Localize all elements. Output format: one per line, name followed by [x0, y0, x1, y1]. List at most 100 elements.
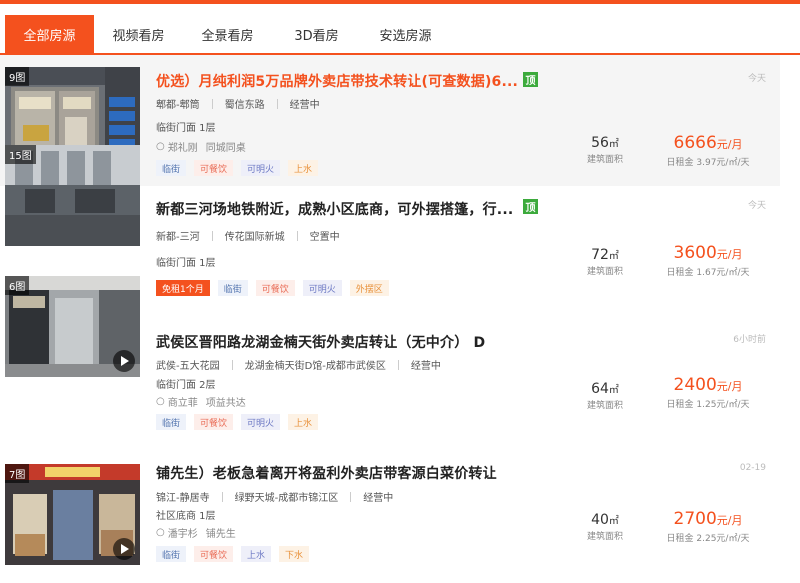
tab-panorama-viewing[interactable]: 全景看房 — [183, 15, 272, 53]
area-label: 建筑面积 — [586, 401, 623, 411]
listing-street[interactable]: 蜀信东路 — [225, 96, 265, 111]
area-unit: ㎡ — [608, 251, 619, 262]
listing-price: 3600元/月 日租金 1.67元/㎡/天 — [648, 243, 768, 278]
video-play-icon[interactable] — [113, 538, 135, 560]
video-play-icon[interactable] — [113, 350, 135, 372]
listing-time: 02-19 — [739, 463, 766, 473]
meta-separator — [231, 359, 233, 370]
listing-thumbnail[interactable]: 15图 — [5, 145, 140, 246]
agent-company: 铺先生 — [205, 529, 236, 540]
listing-thumbnail[interactable]: 7图 — [5, 464, 140, 565]
listing-price: 6666元/月 日租金 3.97元/㎡/天 — [648, 133, 768, 168]
listing-price: 2400元/月 日租金 1.25元/㎡/天 — [648, 375, 768, 410]
listing-tags: 临街 可餐饮 可明火 上水 — [156, 160, 319, 176]
agent-name: 郑礼刚 — [167, 143, 198, 154]
area-value: 72 — [591, 247, 609, 263]
price-unit: 元/月 — [716, 248, 743, 261]
top-badge: 顶 — [523, 72, 538, 87]
price-unit: 元/月 — [716, 514, 743, 527]
listing-area: 56㎡ 建筑面积 — [575, 135, 635, 165]
person-icon: ○ — [156, 396, 165, 407]
area-label: 建筑面积 — [586, 155, 623, 165]
listing-item[interactable]: 6图 武侯区晋阳路龙湖金楠天街外卖店转让（无中介） D 武侯-五大花园 龙湖金楠… — [0, 276, 780, 449]
listing-district[interactable]: 新都-三河 — [156, 228, 200, 243]
tag-water-supply: 上水 — [288, 414, 319, 430]
listing-tabs: 全部房源 视频看房 全景看房 3D看房 安选房源 — [0, 15, 800, 55]
top-accent-bar — [0, 0, 800, 4]
agent-company: 项益共达 — [205, 398, 246, 409]
listing-district[interactable]: 锦江-静居寺 — [156, 489, 210, 504]
tag-outdoor-area: 外摆区 — [349, 280, 389, 296]
listing-title[interactable]: 新都三河场地铁附近，成熟小区底商，可外摆搭篷，行... — [156, 199, 513, 219]
listing-street[interactable]: 绿野天城-成都市锦江区 — [235, 489, 339, 504]
listing-thumbnail[interactable]: 6图 — [5, 276, 140, 377]
meta-separator — [350, 491, 352, 502]
area-value: 64 — [591, 381, 609, 397]
photo-count-badge: 7图 — [5, 464, 30, 483]
listing-item[interactable]: 7图 铺先生）老板急着离开将盈利外卖店带客源白菜价转让 锦江-静居寺 绿野天城-… — [0, 449, 780, 583]
tag-water-supply: 上水 — [288, 160, 319, 176]
listing-floor: 临街门面 2层 — [156, 380, 216, 391]
tag-street-front: 临街 — [217, 280, 248, 296]
price-value: 3600 — [673, 243, 717, 263]
tab-selected-listings[interactable]: 安选房源 — [361, 15, 450, 53]
listing-status: 经营中 — [363, 493, 394, 504]
price-value: 6666 — [673, 133, 717, 153]
agent-name: 潘宇杉 — [167, 529, 198, 540]
daily-rent: 日租金 1.67元/㎡/天 — [666, 268, 750, 278]
tag-food-allowed: 可餐饮 — [194, 414, 234, 430]
meta-separator — [276, 98, 278, 109]
listing-area: 40㎡ 建筑面积 — [575, 512, 635, 542]
listing-floor: 临街门面 1层 — [156, 123, 216, 134]
listing-district[interactable]: 郫都-郫筒 — [156, 96, 200, 111]
area-value: 40 — [591, 512, 609, 528]
agent-company: 同城同桌 — [205, 143, 246, 154]
area-unit: ㎡ — [608, 385, 619, 396]
meta-separator — [221, 491, 223, 502]
listing-location: 郫都-郫筒 蜀信东路 经营中 — [156, 96, 320, 111]
listing-floor: 临街门面 1层 — [156, 258, 216, 269]
tag-street-front: 临街 — [156, 160, 187, 176]
tag-food-allowed: 可餐饮 — [255, 280, 295, 296]
tab-video-viewing[interactable]: 视频看房 — [94, 15, 183, 53]
listing-status: 经营中 — [410, 361, 441, 372]
listing-location: 新都-三河 传花国际新城 空置中 — [156, 228, 340, 243]
meta-separator — [296, 230, 298, 241]
listing-price: 2700元/月 日租金 2.25元/㎡/天 — [648, 509, 768, 544]
listing-title[interactable]: 优选）月纯利润5万品牌外卖店带技术转让(可查数据)6... — [156, 71, 518, 91]
tag-open-flame: 可明火 — [302, 280, 342, 296]
listing-area: 72㎡ 建筑面积 — [575, 247, 635, 277]
listing-location: 武侯-五大花园 龙湖金楠天街D馆-成都市武侯区 经营中 — [156, 357, 441, 372]
area-label: 建筑面积 — [586, 267, 623, 277]
price-unit: 元/月 — [716, 380, 743, 393]
listing-agent: ○ 郑礼刚 同城同桌 — [156, 139, 246, 154]
listing-status: 经营中 — [289, 100, 320, 111]
listing-status: 空置中 — [309, 232, 340, 243]
daily-rent: 日租金 3.97元/㎡/天 — [666, 158, 750, 168]
meta-separator — [211, 98, 213, 109]
listing-agent: ○ 商立菲 项益共达 — [156, 394, 246, 409]
meta-separator — [397, 359, 399, 370]
price-value: 2700 — [673, 509, 717, 529]
listing-tags: 免租1个月 临街 可餐饮 可明火 外摆区 — [156, 280, 389, 296]
listing-area: 64㎡ 建筑面积 — [575, 381, 635, 411]
top-badge: 顶 — [523, 199, 538, 214]
meta-separator — [211, 230, 213, 241]
price-unit: 元/月 — [716, 138, 743, 151]
tag-food-allowed: 可餐饮 — [194, 160, 234, 176]
tab-all-listings[interactable]: 全部房源 — [5, 15, 94, 53]
person-icon: ○ — [156, 141, 165, 152]
area-unit: ㎡ — [608, 139, 619, 150]
listing-agent: ○ 潘宇杉 铺先生 — [156, 525, 236, 540]
listing-floor: 社区底商 1层 — [156, 511, 216, 522]
listing-street[interactable]: 龙湖金楠天街D馆-成都市武侯区 — [245, 357, 386, 372]
listing-title[interactable]: 铺先生）老板急着离开将盈利外卖店带客源白菜价转让 — [156, 463, 497, 483]
listing-location: 锦江-静居寺 绿野天城-成都市锦江区 经营中 — [156, 489, 393, 504]
listing-time: 今天 — [747, 74, 766, 84]
listing-title[interactable]: 武侯区晋阳路龙湖金楠天街外卖店转让（无中介） D — [156, 332, 485, 352]
area-unit: ㎡ — [608, 516, 619, 527]
tab-3d-viewing[interactable]: 3D看房 — [272, 15, 361, 53]
agent-name: 商立菲 — [167, 398, 198, 409]
listing-district[interactable]: 武侯-五大花园 — [156, 357, 220, 372]
listing-street[interactable]: 传花国际新城 — [225, 228, 285, 243]
